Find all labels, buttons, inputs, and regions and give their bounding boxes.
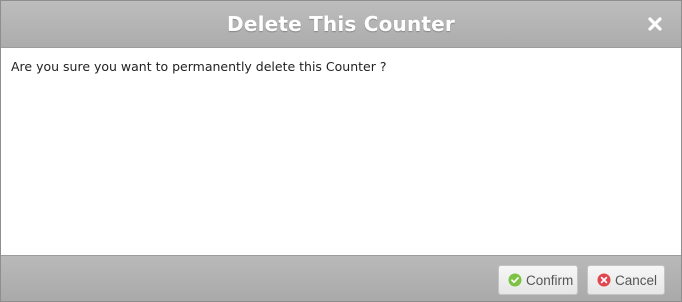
dialog-titlebar: Delete This Counter [1, 1, 681, 48]
dialog-title: Delete This Counter [227, 12, 455, 36]
close-button[interactable] [643, 12, 667, 36]
cancel-button[interactable]: Cancel [587, 265, 665, 295]
close-icon [643, 12, 667, 36]
x-circle-icon [597, 273, 611, 287]
cancel-button-label: Cancel [615, 272, 658, 288]
confirm-button[interactable]: Confirm [498, 265, 578, 295]
confirm-button-label: Confirm [526, 272, 574, 288]
dialog-footer: Confirm Cancel [1, 255, 681, 301]
check-circle-icon [508, 273, 522, 287]
confirmation-message: Are you sure you want to permanently del… [11, 59, 387, 74]
dialog-body: Are you sure you want to permanently del… [1, 48, 681, 254]
delete-counter-dialog: Delete This Counter Are you sure you wan… [0, 0, 682, 302]
